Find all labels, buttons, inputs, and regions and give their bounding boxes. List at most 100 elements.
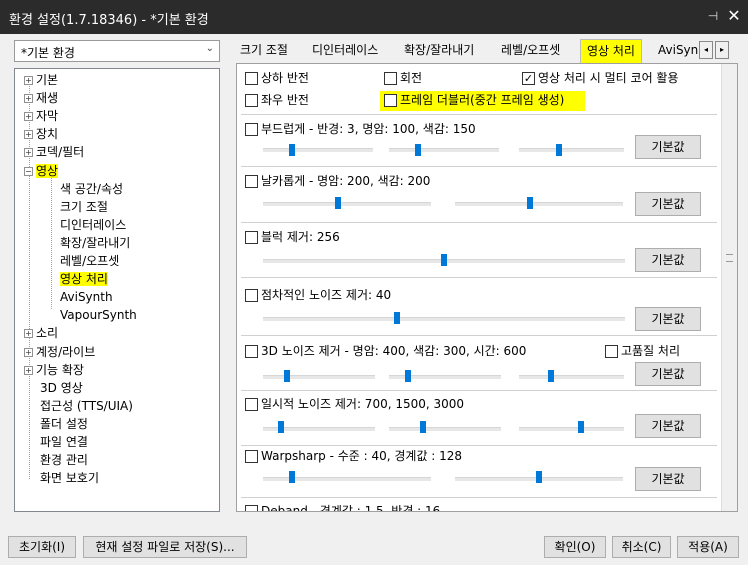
tree-item[interactable]: 폴더 설정 (40, 415, 88, 433)
denoise-3d-time-thumb[interactable] (548, 370, 554, 382)
warpsharp-default-button[interactable]: 기본값 (635, 467, 701, 491)
tab-scroll-left-button[interactable]: ◂ (699, 41, 713, 59)
temporal-denoise-default-button[interactable]: 기본값 (635, 414, 701, 438)
profile-select[interactable]: *기본 환경 ⌄ (14, 40, 220, 62)
smooth-contrast-thumb[interactable] (415, 144, 421, 156)
temporal-denoise-thumb-3[interactable] (578, 421, 584, 433)
denoise-3d-checkbox[interactable] (245, 345, 258, 358)
tree-item[interactable]: + 재생 (24, 89, 58, 107)
frame-doubler-checkbox[interactable] (384, 94, 397, 107)
smooth-color-slider[interactable] (519, 148, 624, 152)
divider (241, 445, 717, 446)
tree-item[interactable]: 색 공간/속성 (60, 180, 123, 198)
tree-item[interactable]: 접근성 (TTS/UIA) (40, 397, 133, 415)
tree-item[interactable]: 디인터레이스 (60, 216, 126, 234)
tab-avisynth[interactable]: AviSyn (652, 39, 704, 63)
deblock-default-button[interactable]: 기본값 (635, 248, 701, 272)
expand-icon[interactable]: + (24, 130, 33, 140)
smooth-radius-slider[interactable] (263, 148, 373, 152)
tab-deinterlace[interactable]: 디인터레이스 (306, 39, 384, 63)
temporal-denoise-thumb-1[interactable] (278, 421, 284, 433)
tree-item[interactable]: 화면 보호기 (40, 469, 99, 487)
expand-icon[interactable]: + (24, 365, 33, 375)
warpsharp-checkbox[interactable] (245, 450, 258, 463)
progressive-denoise-checkbox[interactable] (245, 289, 258, 302)
smooth-radius-thumb[interactable] (289, 144, 295, 156)
progressive-denoise-slider[interactable] (263, 317, 625, 321)
flip-vertical-checkbox[interactable] (245, 72, 258, 85)
expand-icon[interactable]: + (24, 347, 33, 357)
temporal-denoise-checkbox[interactable] (245, 398, 258, 411)
denoise-3d-contrast-slider[interactable] (263, 375, 375, 379)
tab-level-offset[interactable]: 레벨/오프셋 (495, 39, 566, 63)
tree-item[interactable]: + 계정/라이브 (24, 343, 95, 361)
progressive-denoise-default-button[interactable]: 기본값 (635, 307, 701, 331)
expand-icon[interactable]: + (24, 148, 33, 158)
progressive-denoise-thumb[interactable] (394, 312, 400, 324)
flip-horizontal-checkbox[interactable] (245, 94, 258, 107)
reset-button[interactable]: 초기화(I) (8, 536, 76, 558)
deblock-thumb[interactable] (441, 254, 447, 266)
tab-resize[interactable]: 크기 조절 (234, 39, 294, 63)
tree-item-label: 재생 (36, 91, 59, 106)
multicore-label: 영상 처리 시 멀티 코어 활용 (538, 71, 679, 85)
tree-item[interactable]: VapourSynth (60, 306, 137, 324)
panel-scrollbar[interactable] (721, 64, 737, 511)
denoise-3d-color-thumb[interactable] (405, 370, 411, 382)
sharpen-color-slider[interactable] (455, 202, 623, 206)
deblock-checkbox[interactable] (245, 231, 258, 244)
rotate-checkbox[interactable] (384, 72, 397, 85)
pin-icon[interactable]: ⊣ (706, 9, 720, 23)
smooth-contrast-slider[interactable] (389, 148, 499, 152)
sharpen-checkbox[interactable] (245, 175, 258, 188)
expand-icon[interactable]: + (24, 112, 33, 122)
temporal-denoise-slider-3[interactable] (519, 427, 624, 431)
tree-item[interactable]: 영상 처리 (60, 270, 108, 288)
tree-item[interactable]: + 소리 (24, 324, 58, 342)
denoise-3d-default-button[interactable]: 기본값 (635, 362, 701, 386)
temporal-denoise-thumb-2[interactable] (420, 421, 426, 433)
warpsharp-threshold-thumb[interactable] (536, 471, 542, 483)
save-as-file-button[interactable]: 현재 설정 파일로 저장(S)... (83, 536, 247, 558)
expand-icon[interactable]: + (24, 329, 33, 339)
smooth-color-thumb[interactable] (556, 144, 562, 156)
tree-item[interactable]: + 코덱/필터 (24, 143, 84, 161)
high-quality-checkbox[interactable] (605, 345, 618, 358)
denoise-3d-contrast-thumb[interactable] (284, 370, 290, 382)
tab-expand-crop[interactable]: 확장/잘라내기 (398, 39, 480, 63)
tree-item[interactable]: 3D 영상 (40, 379, 83, 397)
temporal-denoise-label: 일시적 노이즈 제거: 700, 1500, 3000 (261, 397, 465, 411)
tree-item[interactable]: + 장치 (24, 125, 58, 143)
tree-item[interactable]: 환경 관리 (40, 451, 88, 469)
ok-button[interactable]: 확인(O) (544, 536, 606, 558)
apply-button[interactable]: 적용(A) (677, 536, 739, 558)
tree-item[interactable]: 확장/잘라내기 (60, 234, 130, 252)
scrollbar-grip[interactable] (726, 254, 733, 262)
expand-icon[interactable]: + (24, 94, 33, 104)
tab-scroll-right-button[interactable]: ▸ (715, 41, 729, 59)
smooth-default-button[interactable]: 기본값 (635, 135, 701, 159)
smooth-checkbox[interactable] (245, 123, 258, 136)
sharpen-default-button[interactable]: 기본값 (635, 192, 701, 216)
tree-item[interactable]: + 자막 (24, 107, 58, 125)
close-icon[interactable]: ✕ (725, 7, 743, 25)
tree-item[interactable]: + 기능 확장 (24, 361, 84, 379)
sharpen-contrast-slider[interactable] (263, 202, 431, 206)
denoise-3d-time-slider[interactable] (519, 375, 624, 379)
tree-item[interactable]: − 영상 (24, 162, 59, 180)
deband-checkbox[interactable] (245, 505, 258, 511)
expand-icon[interactable]: + (24, 76, 33, 85)
sharpen-contrast-thumb[interactable] (335, 197, 341, 209)
tree-item[interactable]: + 기본 (24, 71, 58, 89)
warpsharp-level-thumb[interactable] (289, 471, 295, 483)
temporal-denoise-slider-2[interactable] (389, 427, 501, 431)
tree-item[interactable]: 파일 연결 (40, 433, 88, 451)
collapse-icon[interactable]: − (24, 166, 33, 176)
sharpen-color-thumb[interactable] (527, 197, 533, 209)
cancel-button[interactable]: 취소(C) (612, 536, 671, 558)
tree-item[interactable]: AviSynth (60, 288, 113, 306)
tree-item[interactable]: 크기 조절 (60, 198, 108, 216)
tree-item[interactable]: 레벨/오프셋 (60, 252, 119, 270)
multicore-checkbox[interactable]: ✓ (522, 72, 535, 85)
tab-video-processing[interactable]: 영상 처리 (580, 39, 642, 63)
